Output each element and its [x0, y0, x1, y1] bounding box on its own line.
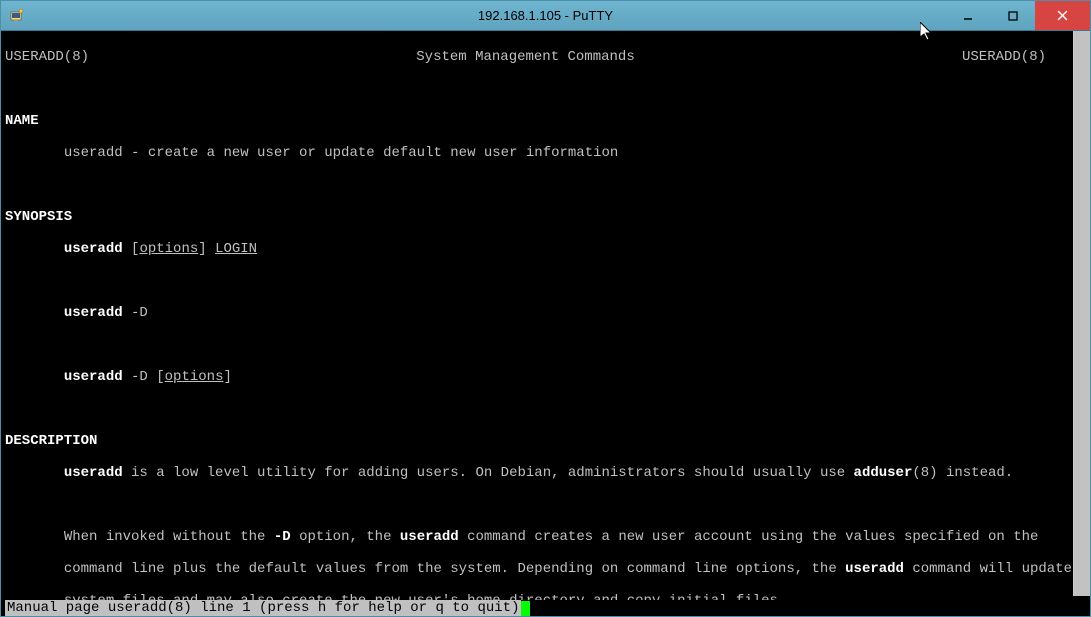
cursor: [521, 601, 530, 616]
desc1-suffix: (8) instead.: [912, 465, 1013, 481]
terminal[interactable]: USERADD(8) System Management Commands USER…: [1, 31, 1090, 616]
desc3-text: command line plus the default values fro…: [64, 561, 845, 577]
close-button[interactable]: [1035, 1, 1090, 30]
maximize-button[interactable]: [990, 1, 1035, 30]
synopsis-cmd: useradd: [64, 241, 123, 257]
synopsis-options: options: [139, 241, 198, 257]
window-title: 192.168.1.105 - PuTTY: [478, 8, 613, 23]
section-description: DESCRIPTION: [5, 433, 97, 449]
desc2-cmd: useradd: [400, 529, 459, 545]
titlebar[interactable]: 192.168.1.105 - PuTTY: [1, 1, 1090, 31]
synopsis-login: LOGIN: [215, 241, 257, 257]
status-text: Manual page useradd(8) line 1 (press h f…: [5, 600, 521, 616]
synopsis2-flag: -D: [131, 305, 148, 321]
man-header-right: USERADD(8): [962, 49, 1046, 65]
terminal-content: USERADD(8) System Management Commands USER…: [1, 31, 1090, 616]
desc2-text: command creates a new user account using…: [459, 529, 1039, 545]
desc3-cmd: useradd: [845, 561, 904, 577]
putty-window: 192.168.1.105 - PuTTY USERADD(8) System M…: [0, 0, 1091, 617]
desc2-pre: When invoked without the: [64, 529, 274, 545]
desc2-mid: option, the: [291, 529, 400, 545]
synopsis3-options: options: [165, 369, 224, 385]
minimize-button[interactable]: [945, 1, 990, 30]
desc2-flag: -D: [274, 529, 291, 545]
scrollbar[interactable]: [1073, 31, 1090, 596]
synopsis3-flag: -D: [131, 369, 148, 385]
desc1-adduser: adduser: [854, 465, 913, 481]
synopsis3-cmd: useradd: [64, 369, 123, 385]
desc1-cmd: useradd: [64, 465, 123, 481]
scrollbar-thumb[interactable]: [1074, 31, 1090, 596]
name-description: useradd - create a new user or update de…: [64, 145, 619, 161]
desc3-suffix: command will update: [904, 561, 1072, 577]
section-name: NAME: [5, 113, 39, 129]
man-header-left: USERADD(8): [5, 49, 89, 65]
man-header-center: System Management Commands: [416, 49, 634, 65]
section-synopsis: SYNOPSIS: [5, 209, 72, 225]
synopsis2-cmd: useradd: [64, 305, 123, 321]
status-line: Manual page useradd(8) line 1 (press h f…: [1, 600, 1073, 616]
app-icon: [9, 8, 25, 24]
window-controls: [945, 1, 1090, 30]
desc1-text: is a low level utility for adding users.…: [123, 465, 854, 481]
